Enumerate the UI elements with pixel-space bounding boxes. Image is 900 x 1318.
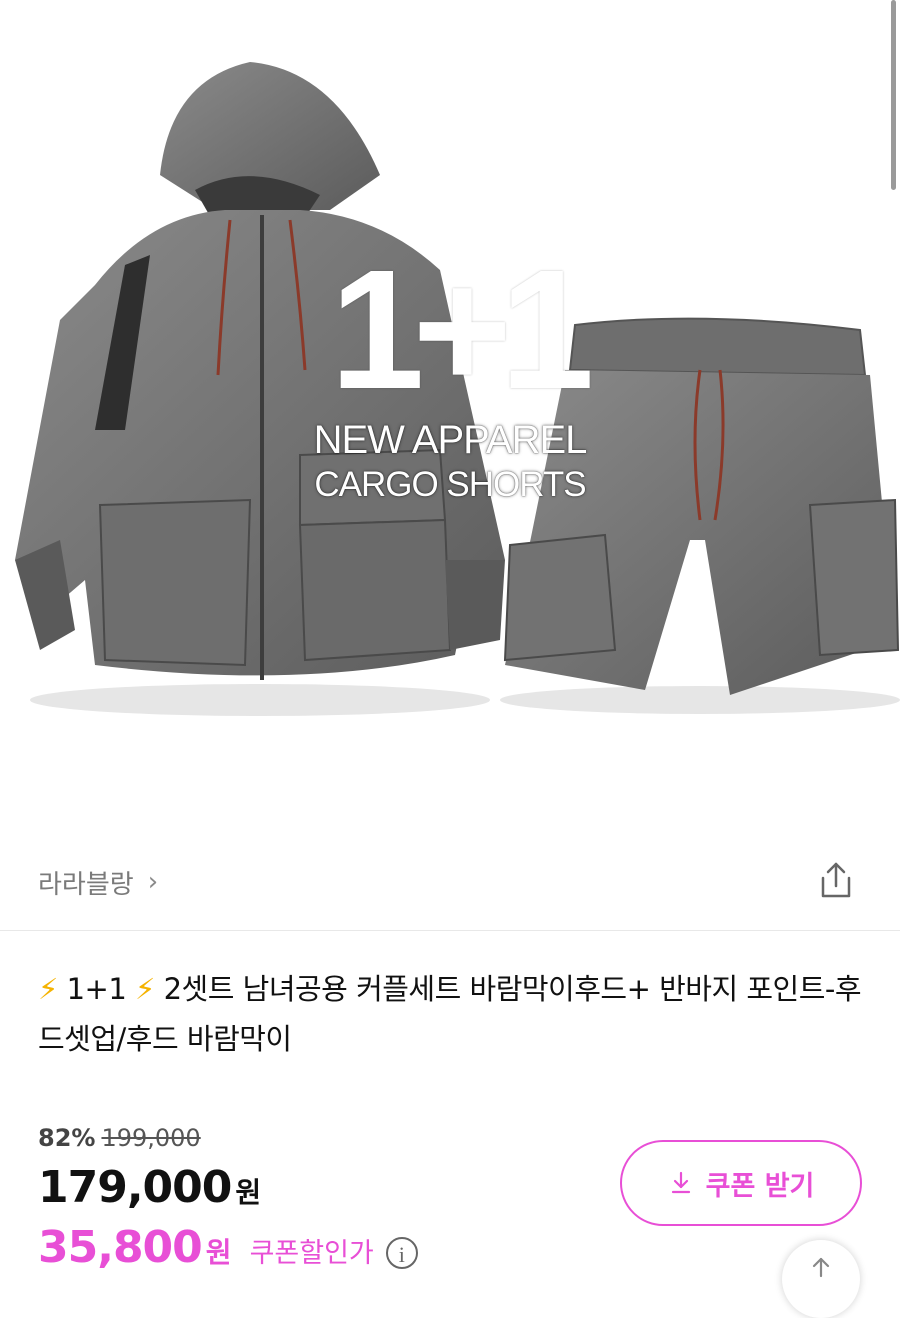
product-title: ⚡ 1+1 ⚡ 2셋트 남녀공용 커플세트 바람막이후드+ 반바지 포인트-후드…	[38, 964, 868, 1064]
get-coupon-button[interactable]: 쿠폰 받기	[620, 1140, 862, 1226]
scrollbar[interactable]	[891, 0, 896, 190]
brand-link[interactable]: 라라블랑 ›	[38, 860, 158, 904]
sale-price: 179,000	[38, 1162, 232, 1213]
coupon-price: 35,800	[38, 1222, 203, 1273]
hero-title: 1+1	[330, 235, 594, 425]
title-text: 2셋트 남녀공용 커플세트 바람막이후드+ 반바지 포인트-후드셋업/후드 바람…	[38, 972, 862, 1056]
title-promo: 1+1	[66, 972, 127, 1006]
divider	[0, 930, 900, 931]
sale-price-unit: 원	[235, 1176, 262, 1209]
coupon-price-row: 35,800 원 쿠폰할인가 i	[38, 1222, 418, 1273]
original-price: 199,000	[101, 1124, 201, 1152]
brand-name: 라라블랑	[38, 869, 134, 900]
coupon-price-unit: 원	[205, 1236, 232, 1269]
coupon-price-label: 쿠폰할인가	[249, 1238, 374, 1269]
lightning-icon: ⚡	[38, 972, 58, 1006]
scroll-top-button[interactable]	[782, 1240, 860, 1318]
lightning-icon: ⚡	[135, 972, 155, 1006]
discount-rate: 82%	[38, 1124, 96, 1152]
share-icon	[821, 862, 851, 898]
download-icon	[671, 1171, 690, 1194]
sale-price-row: 179,000 원	[38, 1162, 261, 1213]
arrow-up-icon	[812, 1257, 830, 1278]
get-coupon-label: 쿠폰 받기	[705, 1170, 815, 1202]
share-button[interactable]	[815, 860, 857, 902]
hero-subtitle-1: NEW APPAREL	[313, 418, 588, 462]
chevron-right-icon: ›	[147, 867, 159, 897]
info-icon[interactable]: i	[385, 1237, 418, 1269]
original-price-row: 82% 199,000	[38, 1124, 201, 1152]
hero-subtitle-2: CARGO SHORTS	[314, 465, 586, 504]
product-image[interactable]: 1+1 NEW APPAREL CARGO SHORTS	[0, 0, 900, 835]
